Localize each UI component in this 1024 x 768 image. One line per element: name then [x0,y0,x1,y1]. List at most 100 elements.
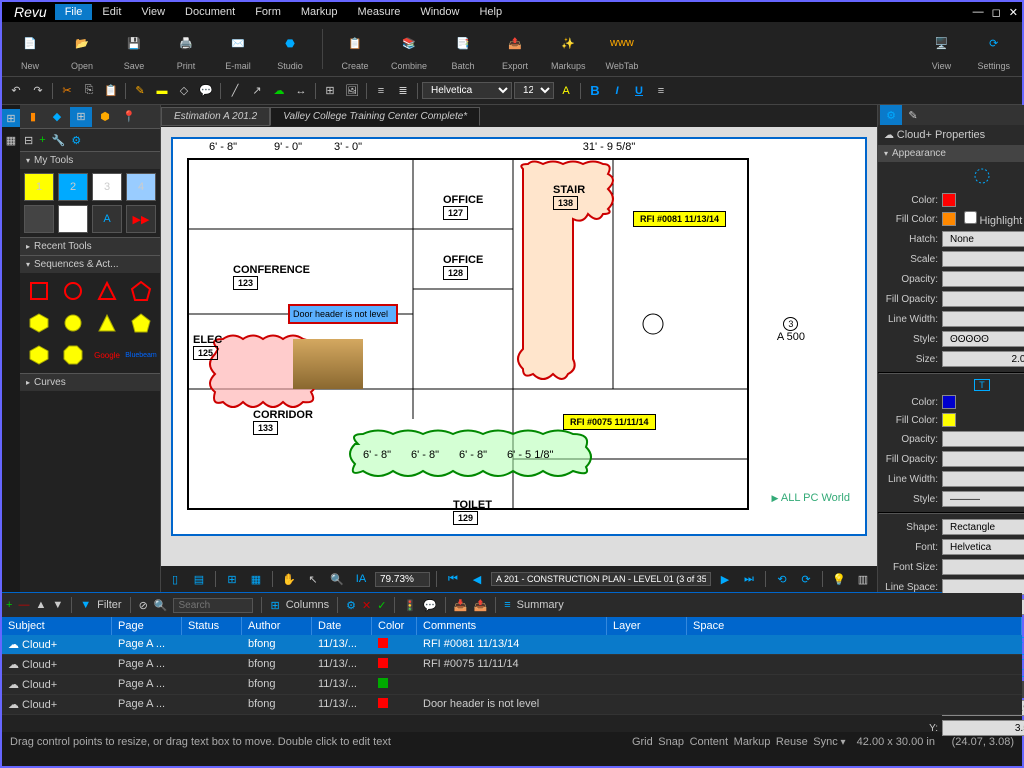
pen-icon[interactable]: ✎ [130,81,150,101]
table-row[interactable]: ☁ Cloud+Page A ...bfong11/13/...Door hea… [2,695,1022,715]
single-page-icon[interactable]: ▯ [165,569,185,589]
image-icon[interactable]: 🖼 [342,81,362,101]
tool-view[interactable]: 🖥️View [917,27,965,71]
table-row[interactable]: ☁ Cloud+Page A ...bfong11/13/...RFI #008… [2,635,1022,655]
prev-page-icon[interactable]: ◀ [467,569,487,589]
remove-markup-icon[interactable]: — [18,599,29,611]
shape-pent-y[interactable] [126,309,156,337]
fill-color-swatch[interactable] [942,212,956,226]
fit-page-icon[interactable]: ▦ [246,569,266,589]
tool-settings[interactable]: ⟳Settings [969,27,1018,71]
minimize-icon[interactable]: — [973,6,984,19]
prop-tab-edit-icon[interactable]: ✎ [902,105,924,125]
tool-webtab[interactable]: wwwWebTab [598,27,647,71]
section-appearance[interactable]: Appearance [878,145,1024,162]
stamp-icon[interactable]: ⊞ [320,81,340,101]
reply-icon[interactable]: 💬 [423,599,437,612]
section-recent[interactable]: Recent Tools [20,237,160,255]
last-page-icon[interactable]: ⏭ [739,569,759,589]
rfi-callout-1[interactable]: RFI #0081 11/13/14 [633,211,726,227]
tool-print[interactable]: 🖨️Print [162,27,210,71]
tool-save[interactable]: 💾Save [110,27,158,71]
clear-icon[interactable]: ⊘ [139,599,148,612]
prop-tab-gear-icon[interactable]: ⚙ [880,105,902,125]
align-left-icon[interactable]: ≡ [371,81,391,101]
close-icon[interactable]: ✕ [1009,6,1018,19]
add-icon[interactable]: + [39,134,45,146]
cut-icon[interactable]: ✂ [57,81,77,101]
check-icon[interactable]: ✓ [377,599,386,612]
expand-icon[interactable]: ▲ [35,599,46,611]
paste-icon[interactable]: 📋 [101,81,121,101]
font-select[interactable]: Helvetica [422,82,512,99]
fit-width-icon[interactable]: ⊞ [222,569,242,589]
shape-circle[interactable] [58,277,88,305]
arrow-icon[interactable]: ↗ [247,81,267,101]
font-color-icon[interactable]: A [556,81,576,101]
search-input[interactable] [173,598,253,613]
select-icon[interactable]: ↖ [303,569,323,589]
col-author[interactable]: Author [242,617,312,635]
shape-triangle[interactable] [92,277,122,305]
back-icon[interactable]: ⟲ [772,569,792,589]
tool-open[interactable]: 📂Open [58,27,106,71]
columns-icon[interactable]: ⊞ [270,599,279,612]
palette-pen2[interactable]: 2 [58,173,88,201]
col-comments[interactable]: Comments [417,617,607,635]
fill-opacity-input[interactable] [942,291,1024,307]
color-swatch[interactable] [942,193,956,207]
delete-icon[interactable]: ✕ [362,599,371,612]
color2-swatch[interactable] [942,395,956,409]
mode-markup[interactable]: Markup [734,736,771,748]
align-center-icon[interactable]: ≣ [393,81,413,101]
collapse-icon[interactable]: ▼ [52,599,63,611]
zoom-input[interactable] [375,572,430,587]
redo-icon[interactable]: ↷ [28,81,48,101]
tool-export[interactable]: 📤Export [491,27,539,71]
fill-opacity2-input[interactable] [942,451,1024,467]
menu-edit[interactable]: Edit [92,4,131,20]
forward-icon[interactable]: ⟳ [796,569,816,589]
zoom-icon[interactable]: 🔍 [327,569,347,589]
mode-sync[interactable]: Sync [813,736,837,748]
shape-pentagon[interactable] [126,277,156,305]
dim-icon[interactable]: 💡 [829,569,849,589]
doc-tab-2[interactable]: Valley College Training Center Complete* [270,107,480,126]
gear-icon[interactable]: ⚙ [71,134,81,147]
tab-3d-icon[interactable]: ⬢ [94,107,116,127]
tool-create[interactable]: 📋Create [331,27,379,71]
col-color[interactable]: Color [372,617,417,635]
tab-layers-icon[interactable]: ◆ [46,107,68,127]
menu-markup[interactable]: Markup [291,4,348,20]
doc-tab-1[interactable]: Estimation A 201.2 [161,107,270,126]
note-popup[interactable]: Door header is not level [288,304,398,324]
section-sequences[interactable]: Sequences & Act... [20,255,160,273]
shape-select[interactable]: Rectangle [942,519,1024,535]
shape-circ-y[interactable] [58,309,88,337]
collapse-icon[interactable]: ⊟ [24,134,33,147]
underline-button[interactable]: U [629,81,649,101]
traffic-icon[interactable]: 🚦 [403,599,417,612]
rfi-callout-2[interactable]: RFI #0075 11/11/14 [563,414,656,430]
link-google[interactable]: Google [92,341,122,369]
palette-pen3[interactable]: 3 [92,173,122,201]
import-icon[interactable]: 📥 [454,599,468,612]
tab-pin-icon[interactable]: 📍 [118,107,140,127]
font-size-select[interactable]: 12 [514,82,554,99]
wrench-icon[interactable]: 🔧 [52,134,66,147]
menu-help[interactable]: Help [469,4,512,20]
palette-callout[interactable]: ▶▶ [126,205,156,233]
shape-square[interactable] [24,277,54,305]
fill-color2-swatch[interactable] [942,413,956,427]
photo-attachment[interactable] [293,339,363,389]
menu-document[interactable]: Document [175,4,245,20]
pan-icon[interactable]: ✋ [279,569,299,589]
highlight-checkbox[interactable] [964,211,977,224]
hatch-select[interactable]: None [942,231,1024,247]
col-layer[interactable]: Layer [607,617,687,635]
col-date[interactable]: Date [312,617,372,635]
line-width2-input[interactable] [942,471,1024,487]
mode-snap[interactable]: Snap [658,736,684,748]
menu-window[interactable]: Window [410,4,469,20]
shape-oct-y[interactable] [58,341,88,369]
